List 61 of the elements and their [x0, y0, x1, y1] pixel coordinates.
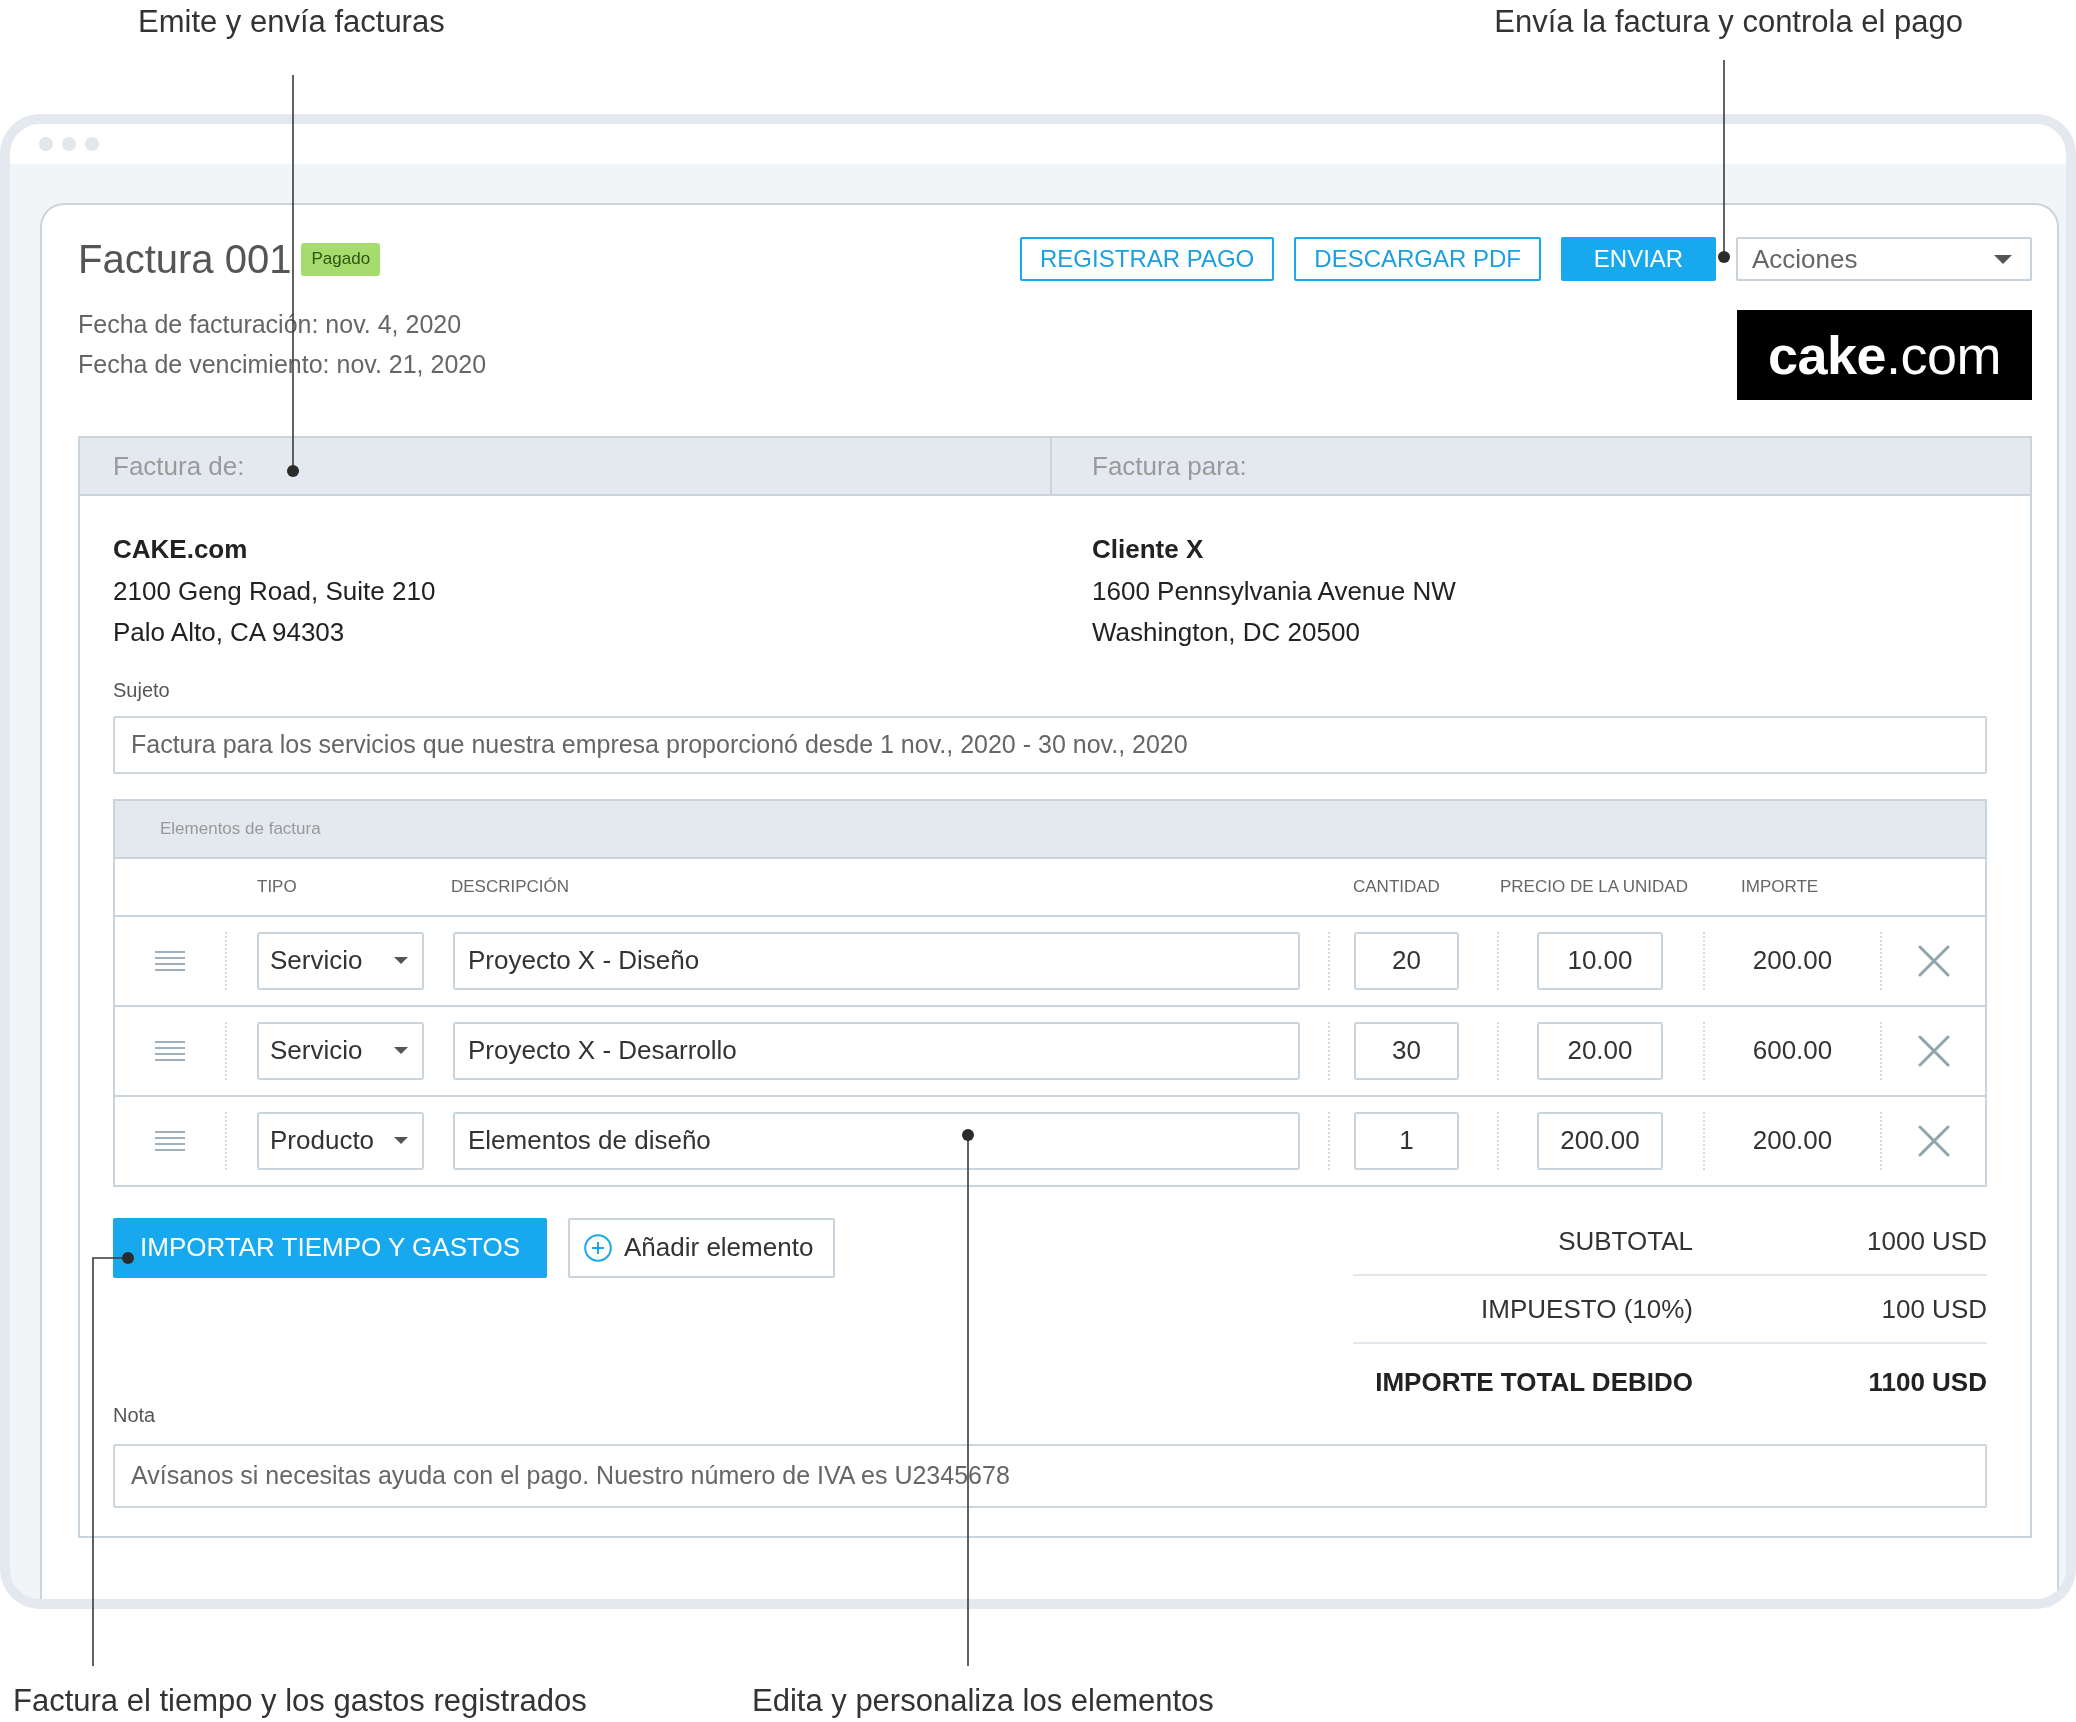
callout-text: Envía la factura y controla el pago [1494, 4, 1963, 40]
actions-dropdown[interactable]: Acciones [1736, 237, 2032, 281]
column-header: CANTIDAD [1353, 876, 1440, 897]
close-icon[interactable] [1917, 1034, 1950, 1067]
caret-icon [1994, 254, 2012, 264]
column-header: DESCRIPCIÓN [451, 876, 570, 897]
type-select[interactable]: Servicio [257, 931, 424, 990]
column-header: TIPO [257, 876, 297, 897]
column-header: PRECIO DE LA UNIDAD [1500, 876, 1688, 897]
unit-price-field[interactable]: 200.00 [1537, 1111, 1663, 1170]
type-select[interactable]: Servicio [257, 1021, 424, 1080]
callout-text: Emite y envía facturas [138, 4, 445, 40]
window-dot-icon [85, 137, 99, 151]
table-title-bar: Elementos de factura [115, 800, 1985, 859]
party-address-line: Palo Alto, CA 94303 [113, 616, 346, 649]
drag-handle-icon[interactable] [155, 1040, 185, 1061]
window-dot-icon [62, 137, 76, 151]
party-heading: Factura de: [112, 449, 246, 483]
field-label: Nota [113, 1402, 156, 1427]
quantity-field[interactable]: 30 [1354, 1021, 1459, 1080]
amount-text: 200.00 [1752, 945, 1833, 976]
party-address-line: 2100 Geng Road, Suite 210 [113, 574, 437, 608]
callout-text: Edita y personaliza los elementos [752, 1683, 1215, 1719]
party-heading: Factura para: [1050, 438, 2030, 494]
column-header: IMPORTE [1741, 876, 1819, 897]
total-value: 100 USD [1881, 1292, 1987, 1325]
description-field[interactable]: Proyecto X - Diseño [453, 931, 1300, 990]
invoice-title: Factura 001 [78, 236, 292, 282]
close-icon[interactable] [1917, 944, 1950, 977]
total-value: 1000 USD [1867, 1224, 1987, 1257]
unit-price-field[interactable]: 20.00 [1537, 1021, 1663, 1080]
caret-icon [394, 957, 408, 964]
total-label: IMPUESTO (10%) [1481, 1292, 1693, 1325]
quantity-field[interactable]: 1 [1354, 1111, 1459, 1170]
drag-handle-icon[interactable] [155, 950, 185, 971]
unit-price-field[interactable]: 10.00 [1537, 931, 1663, 990]
quantity-field[interactable]: 20 [1354, 931, 1459, 990]
total-label: IMPORTE TOTAL DEBIDO [1375, 1365, 1693, 1398]
total-label: SUBTOTAL [1558, 1224, 1693, 1257]
callout-text: Factura el tiempo y los gastos registrados [13, 1683, 588, 1719]
description-field[interactable]: Elementos de diseño [453, 1111, 1300, 1170]
subject-field[interactable]: Factura para los servicios que nuestra empresa proporcionó desde 1 nov., 2020 - 30 nov., 2020 [113, 715, 1987, 774]
drag-handle-icon[interactable] [155, 1130, 185, 1151]
caret-icon [394, 1047, 408, 1054]
party-name: CAKE.com [113, 533, 249, 566]
party-name: Cliente X [1092, 533, 1205, 566]
logo: cake.com [1737, 310, 2032, 400]
amount-text: 200.00 [1752, 1125, 1833, 1156]
description-field[interactable]: Proyecto X - Desarrollo [453, 1021, 1300, 1080]
caret-icon [394, 1137, 408, 1144]
amount-text: 600.00 [1752, 1035, 1833, 1066]
type-select[interactable]: Producto [257, 1111, 424, 1170]
party-address-line: 1600 Pennsylvania Avenue NW [1092, 574, 1457, 608]
window-dot-icon [39, 137, 53, 151]
close-icon[interactable] [1917, 1124, 1950, 1157]
field-label: Sujeto [113, 677, 170, 702]
total-value: 1100 USD [1868, 1365, 1987, 1398]
add-item-button[interactable]: Añadir elemento [568, 1217, 836, 1278]
status-badge: Pagado [301, 242, 381, 276]
plus-circle-icon [584, 1233, 612, 1262]
party-address-line: Washington, DC 20500 [1092, 616, 1361, 649]
